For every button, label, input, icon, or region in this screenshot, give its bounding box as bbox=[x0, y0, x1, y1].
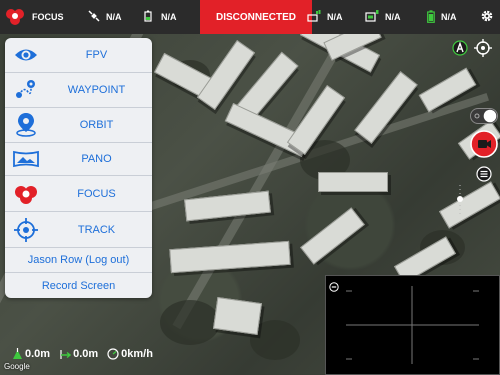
remote-signal-icon bbox=[307, 10, 321, 24]
aircraft-battery-icon bbox=[143, 10, 155, 24]
menu-item-fpv[interactable]: FPV bbox=[5, 38, 152, 73]
gps-value: N/A bbox=[106, 12, 122, 22]
toggle-switch-icon bbox=[470, 108, 498, 128]
menu-item-track[interactable]: TRACK bbox=[5, 212, 152, 248]
slider-track-icon bbox=[455, 185, 465, 221]
menu-item-pano[interactable]: PANO bbox=[5, 143, 152, 176]
video-signal-icon bbox=[365, 10, 379, 24]
distance-icon bbox=[60, 350, 72, 359]
record-button[interactable] bbox=[470, 130, 498, 158]
gear-icon bbox=[480, 9, 494, 25]
menu-label: TRACK bbox=[77, 223, 116, 236]
mode-label: FOCUS bbox=[32, 12, 64, 22]
battery-value: N/A bbox=[441, 12, 457, 22]
video-signal-status: N/A bbox=[365, 0, 401, 34]
menu-item-account[interactable]: Jason Row (Log out) bbox=[5, 248, 152, 273]
crosshair-icon bbox=[474, 39, 492, 61]
altitude-value: 0.0m bbox=[25, 348, 51, 360]
track-icon bbox=[13, 217, 39, 243]
map-orientation-button[interactable] bbox=[452, 40, 468, 56]
menu-item-orbit[interactable]: ORBIT bbox=[5, 108, 152, 143]
speed-value: 0km/h bbox=[121, 348, 153, 360]
menu-item-focus[interactable]: FOCUS bbox=[5, 176, 152, 212]
account-label: Jason Row (Log out) bbox=[27, 254, 130, 266]
focus-mode-icon bbox=[4, 6, 26, 28]
map-attribution: Google bbox=[4, 362, 30, 371]
distance-readout: 0.0m bbox=[59, 348, 98, 360]
settings-button[interactable] bbox=[480, 0, 494, 34]
panorama-icon bbox=[13, 146, 39, 172]
connection-status[interactable]: DISCONNECTED bbox=[200, 0, 312, 34]
top-status-bar: FOCUS N/A N/A DISCONNECTED N/A N/A N/A bbox=[0, 0, 500, 34]
flight-mode-menu: FPV WAYPOINT ORBIT PANO FOCUS TRACK Jaso… bbox=[5, 38, 152, 298]
camera-mode-toggle[interactable] bbox=[470, 108, 498, 124]
waypoint-icon bbox=[13, 77, 39, 103]
menu-label: ORBIT bbox=[79, 119, 114, 131]
gps-status: N/A bbox=[88, 0, 122, 34]
menu-item-record-screen[interactable]: Record Screen bbox=[5, 273, 152, 298]
battery-icon bbox=[427, 9, 435, 25]
camera-settings-button[interactable] bbox=[476, 166, 492, 182]
focus-icon bbox=[13, 181, 39, 207]
record-screen-label: Record Screen bbox=[41, 279, 116, 292]
grid-overlay bbox=[346, 286, 479, 364]
menu-label: PANO bbox=[81, 153, 112, 165]
speedometer-icon bbox=[107, 348, 119, 360]
battery-status: N/A bbox=[427, 0, 457, 34]
menu-label: FPV bbox=[85, 49, 108, 61]
menu-lines-icon bbox=[476, 166, 492, 186]
aircraft-battery-status: N/A bbox=[143, 0, 177, 34]
menu-label: FOCUS bbox=[77, 187, 116, 200]
speed-readout: 0km/h bbox=[107, 348, 153, 360]
eye-icon bbox=[13, 42, 39, 68]
distance-value: 0.0m bbox=[73, 348, 99, 360]
compass-icon bbox=[452, 40, 468, 60]
altitude-icon bbox=[13, 348, 22, 359]
satellite-icon bbox=[88, 10, 100, 24]
camera-preview-window[interactable] bbox=[325, 275, 500, 375]
aircraft-battery-value: N/A bbox=[161, 12, 177, 22]
menu-item-waypoint[interactable]: WAYPOINT bbox=[5, 73, 152, 108]
mode-indicator[interactable]: FOCUS bbox=[4, 0, 64, 34]
video-signal-value: N/A bbox=[385, 12, 401, 22]
altitude-readout: 0.0m bbox=[12, 348, 50, 360]
gimbal-pitch-slider[interactable] bbox=[455, 185, 465, 217]
record-video-icon bbox=[470, 130, 498, 162]
remote-signal-status: N/A bbox=[307, 0, 343, 34]
locate-button[interactable] bbox=[474, 39, 492, 57]
telemetry-bar: 0.0m 0.0m 0km/h bbox=[12, 347, 162, 361]
remote-signal-value: N/A bbox=[327, 12, 343, 22]
menu-label: WAYPOINT bbox=[67, 84, 126, 96]
orbit-icon bbox=[13, 112, 39, 138]
